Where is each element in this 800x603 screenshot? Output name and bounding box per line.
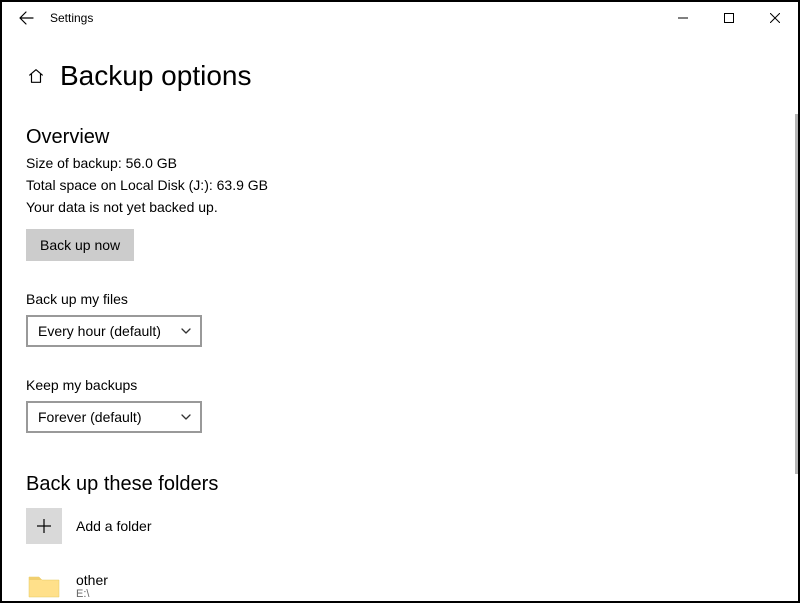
close-button[interactable] xyxy=(752,2,798,34)
overview-heading: Overview xyxy=(26,126,774,149)
folder-item-text: other E:\ xyxy=(76,572,108,601)
page-header: Backup options xyxy=(26,60,774,92)
maximize-icon xyxy=(724,13,734,23)
arrow-left-icon xyxy=(18,10,34,26)
window-title: Settings xyxy=(50,11,93,25)
backup-now-button[interactable]: Back up now xyxy=(26,229,134,261)
backup-frequency-label: Back up my files xyxy=(26,291,774,307)
backup-retention-label: Keep my backups xyxy=(26,377,774,393)
close-icon xyxy=(770,13,780,23)
backup-status-text: Your data is not yet backed up. xyxy=(26,199,774,215)
backup-retention-dropdown[interactable]: Forever (default) xyxy=(26,401,202,433)
folder-item[interactable]: other E:\ xyxy=(26,566,774,601)
chevron-down-icon xyxy=(180,411,192,423)
folders-heading: Back up these folders xyxy=(26,473,774,496)
add-folder-tile xyxy=(26,508,62,544)
folder-icon xyxy=(26,571,62,601)
home-icon xyxy=(27,67,45,85)
content-area: Backup options Overview Size of backup: … xyxy=(2,34,798,601)
disk-space-text: Total space on Local Disk (J:): 63.9 GB xyxy=(26,177,774,193)
add-folder-button[interactable]: Add a folder xyxy=(26,506,774,546)
plus-icon xyxy=(35,517,53,535)
home-button[interactable] xyxy=(26,66,46,86)
scrollbar[interactable] xyxy=(795,114,798,474)
maximize-button[interactable] xyxy=(706,2,752,34)
folder-path: E:\ xyxy=(76,588,108,600)
folder-name: other xyxy=(76,572,108,589)
back-button[interactable] xyxy=(2,2,50,34)
backup-frequency-dropdown[interactable]: Every hour (default) xyxy=(26,315,202,347)
title-bar: Settings xyxy=(2,2,798,34)
backup-size-text: Size of backup: 56.0 GB xyxy=(26,155,774,171)
add-folder-label: Add a folder xyxy=(76,518,152,535)
page-title: Backup options xyxy=(60,60,251,92)
chevron-down-icon xyxy=(180,325,192,337)
minimize-icon xyxy=(678,13,688,23)
backup-frequency-value: Every hour (default) xyxy=(38,323,161,339)
backup-retention-value: Forever (default) xyxy=(38,409,141,425)
minimize-button[interactable] xyxy=(660,2,706,34)
